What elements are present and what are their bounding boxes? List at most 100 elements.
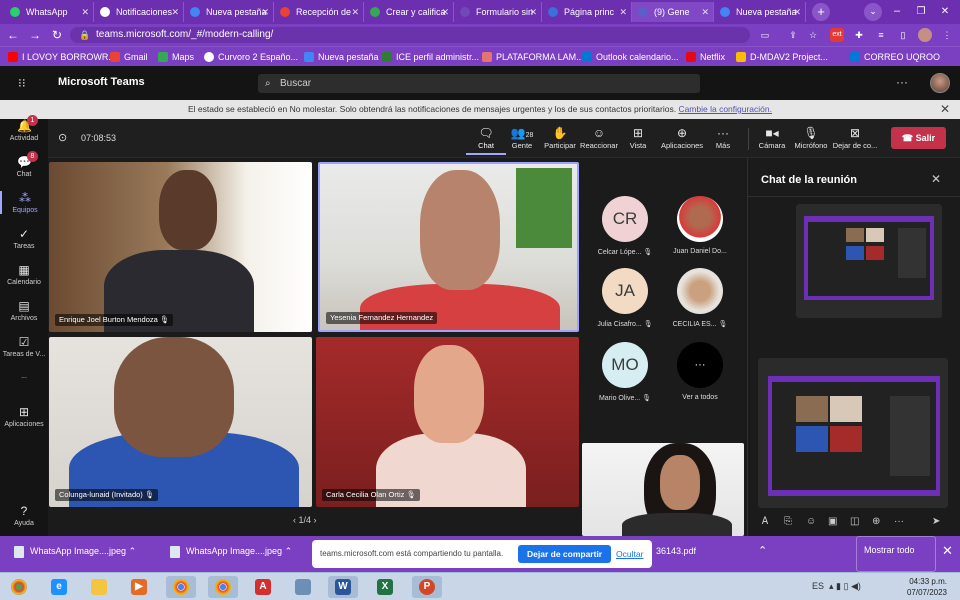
view-button[interactable]: ⊞ Vista (618, 125, 658, 150)
bookmark-star-icon[interactable]: ☆ (806, 28, 820, 42)
video-tile-active-speaker[interactable]: Yesenia Fernandez Hernandez (318, 162, 579, 332)
sidepanel-icon[interactable]: ▯ (896, 28, 910, 42)
participant-avatar[interactable]: MO Mario Olive... 🎙 (590, 342, 660, 402)
taskbar-excel[interactable]: X (370, 576, 400, 598)
browser-tab[interactable]: Nueva pestaña ✕ (184, 2, 274, 22)
rail-item-teams[interactable]: ⁂ Equipos (0, 191, 48, 214)
chevron-up-icon[interactable]: ⌃ (285, 546, 293, 556)
close-icon[interactable]: ✕ (441, 2, 449, 22)
browser-tab[interactable]: WhatsApp ✕ (4, 2, 94, 22)
participant-avatar[interactable]: JA Julia Cisafro... 🎙 (590, 268, 660, 328)
rail-item-activity[interactable]: 🔔 1 Actividad (0, 115, 48, 142)
close-icon[interactable]: ✕ (261, 2, 269, 22)
view-all-button[interactable]: ··· Ver a todos (665, 342, 735, 401)
camera-button[interactable]: ■◂ Cámara (752, 125, 792, 150)
reload-icon[interactable]: ↻ (50, 28, 64, 42)
install-icon[interactable]: ▭ (758, 28, 772, 42)
rail-item-tasks-v[interactable]: ☑ Tareas de V... (0, 335, 48, 358)
menu-dots-icon[interactable]: ⋮ (940, 28, 954, 42)
taskbar-word[interactable]: W (328, 576, 358, 598)
send-icon[interactable]: ➤ (932, 516, 940, 527)
apps-button[interactable]: ⊕ Aplicaciones (660, 125, 704, 150)
taskbar-chrome[interactable] (166, 576, 196, 598)
download-item[interactable]: WhatsApp Image....jpeg ⌃ (170, 546, 293, 558)
bookmark-item[interactable]: Outlook calendario... (582, 50, 679, 64)
back-icon[interactable]: ← (6, 28, 20, 42)
chat-button[interactable]: 🗨 Chat (466, 125, 506, 155)
media-icon[interactable]: ≡ (874, 28, 888, 42)
change-settings-link[interactable]: Cambie la configuración. (678, 104, 772, 114)
emoji-icon[interactable]: ☺ (806, 516, 816, 527)
browser-tab[interactable]: Formulario sin ✕ (454, 2, 542, 22)
attach-icon[interactable]: ⎘ (784, 516, 792, 527)
bookmark-item[interactable]: PLATAFORMA LAM... (482, 50, 584, 64)
browser-tab-active[interactable]: (9) Gene ✕ (632, 2, 714, 22)
taskbar-window[interactable] (288, 576, 318, 598)
chevron-up-icon[interactable]: ⌃ (129, 546, 137, 556)
people-button[interactable]: 👥28 Gente (502, 125, 542, 150)
search-input[interactable]: ⌕ Buscar (258, 74, 700, 93)
taskbar-media[interactable]: ▶ (124, 576, 154, 598)
close-icon[interactable]: ✕ (793, 2, 801, 22)
taskbar-acrobat[interactable]: A (248, 576, 278, 598)
browser-tab[interactable]: Nueva pestaña ✕ (714, 2, 806, 22)
video-tile[interactable]: Enrique Joel Burton Mendoza 🎙 (49, 162, 312, 332)
maximize-icon[interactable]: ❐ (912, 3, 930, 21)
browser-tab[interactable]: Crear y califica ✕ (364, 2, 454, 22)
chevron-right-icon[interactable]: › (314, 515, 317, 525)
video-tile[interactable]: Carla Cecilia Olan Ortiz 🎙 (316, 337, 579, 507)
participant-avatar[interactable]: CECILIA ES... 🎙 (665, 268, 735, 328)
url-field[interactable]: 🔒 teams.microsoft.com/_#/modern-calling/ (70, 27, 750, 43)
rail-item-apps[interactable]: ⊞ Aplicaciones (0, 405, 48, 428)
bookmark-item[interactable]: ICE perfil administr... (382, 50, 479, 64)
close-icon[interactable]: ✕ (701, 2, 709, 22)
close-icon[interactable]: ✕ (81, 2, 89, 22)
react-button[interactable]: ☺ Reaccionar (579, 125, 619, 150)
browser-tab[interactable]: Página princ ✕ (542, 2, 632, 22)
more-options-icon[interactable]: ··· (896, 75, 908, 89)
close-window-icon[interactable]: ✕ (936, 3, 954, 21)
start-button[interactable] (4, 576, 34, 598)
profile-avatar[interactable] (918, 28, 932, 42)
rail-item-tasks[interactable]: ✓ Tareas (0, 227, 48, 250)
close-icon[interactable]: ✕ (529, 2, 537, 22)
close-icon[interactable]: ✕ (940, 100, 950, 119)
chat-image-message[interactable] (796, 204, 942, 318)
video-tile[interactable]: Colunga-lunaid (Invitado) 🎙 (49, 337, 312, 507)
close-icon[interactable]: ✕ (942, 543, 953, 559)
forward-icon[interactable]: → (28, 28, 42, 42)
new-tab-button[interactable]: + (812, 3, 830, 21)
bookmark-item[interactable]: Netflix (686, 50, 725, 64)
bookmark-item[interactable]: I LOVOY BORROWR... (8, 50, 116, 64)
close-icon[interactable]: ✕ (171, 2, 179, 22)
clock[interactable]: 04:33 p.m. 07/07/2023 (895, 576, 947, 598)
avatar[interactable] (930, 73, 950, 93)
taskbar-powerpoint[interactable]: P (412, 576, 442, 598)
participant-avatar[interactable]: Juan Daniel Do... (665, 196, 735, 255)
show-all-button[interactable]: Mostrar todo (864, 545, 915, 555)
minimize-icon[interactable]: – (888, 3, 906, 21)
close-icon[interactable]: ✕ (931, 172, 941, 186)
leave-button[interactable]: ☎ Salir (891, 127, 946, 149)
extension-icon[interactable]: ext (830, 28, 844, 42)
rail-item-chat[interactable]: 💬 8 Chat (0, 151, 48, 178)
participant-avatar[interactable]: CR Celcar Lópe... 🎙 (590, 196, 660, 256)
chat-image-message[interactable] (758, 358, 948, 508)
browser-tab[interactable]: Recepción de ✕ (274, 2, 364, 22)
chevron-up-icon[interactable]: ⌃ (758, 544, 767, 557)
bookmark-item[interactable]: Maps (158, 50, 194, 64)
format-icon[interactable]: Ꭺ (762, 516, 769, 527)
close-icon[interactable]: ✕ (351, 2, 359, 22)
bookmark-item[interactable]: Gmail (110, 50, 148, 64)
rail-item-help[interactable]: ? Ayuda (0, 504, 48, 527)
rail-item-calendar[interactable]: ▦ Calendario (0, 263, 48, 286)
self-video-tile[interactable] (582, 443, 744, 536)
taskbar-ie[interactable]: e (44, 576, 74, 598)
close-icon[interactable]: ✕ (619, 2, 627, 22)
stop-sharing-button[interactable]: Dejar de compartir (518, 545, 612, 563)
raise-hand-button[interactable]: ✋ Participar (540, 125, 580, 150)
bookmark-item[interactable]: Nueva pestaña (304, 50, 379, 64)
tab-search-icon[interactable]: ⌄ (864, 3, 882, 21)
rail-item-more[interactable]: ... (0, 373, 48, 380)
sticker-icon[interactable]: ◫ (850, 516, 859, 527)
